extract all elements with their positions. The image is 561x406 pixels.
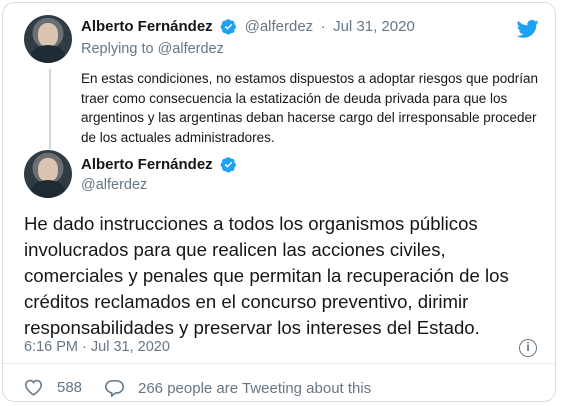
- tweet-timestamp[interactable]: 6:16 PM · Jul 31, 2020: [24, 339, 170, 355]
- heart-icon[interactable]: [24, 379, 43, 396]
- main-tweet-header: Alberto Fernández: [81, 156, 237, 174]
- tweet-date[interactable]: Jul 31, 2020: [333, 18, 415, 35]
- tweeting-stat[interactable]: 266 people are Tweeting about this: [105, 379, 371, 397]
- reply-tweet-header: Alberto Fernández @alferdez · Jul 31, 20…: [81, 18, 415, 36]
- author-name[interactable]: Alberto Fernández: [81, 156, 213, 173]
- tweet-card: Alberto Fernández @alferdez · Jul 31, 20…: [2, 2, 556, 402]
- thread-connector: [49, 69, 51, 149]
- like-stat[interactable]: 588: [24, 379, 82, 396]
- info-icon[interactable]: i: [519, 339, 537, 357]
- avatar[interactable]: [24, 150, 72, 198]
- reply-tweet-text: En estas condiciones, no estamos dispues…: [81, 71, 539, 145]
- main-tweet-text: He dado instrucciones a todos los organi…: [24, 213, 509, 338]
- verified-badge-icon: [220, 19, 237, 35]
- replying-to[interactable]: Replying to @alferdez: [81, 41, 224, 57]
- author-handle[interactable]: @alferdez: [81, 177, 147, 193]
- author-name[interactable]: Alberto Fernández: [81, 18, 213, 35]
- like-count: 588: [57, 379, 83, 396]
- divider: [3, 363, 555, 364]
- speech-bubble-icon[interactable]: [105, 379, 124, 397]
- people-tweeting-text: 266 people are Tweeting about this: [138, 379, 372, 397]
- avatar[interactable]: [24, 15, 72, 63]
- author-handle[interactable]: @alferdez: [245, 18, 314, 35]
- twitter-bird-icon[interactable]: [517, 19, 539, 39]
- verified-badge-icon: [220, 157, 237, 173]
- separator: ·: [320, 18, 326, 35]
